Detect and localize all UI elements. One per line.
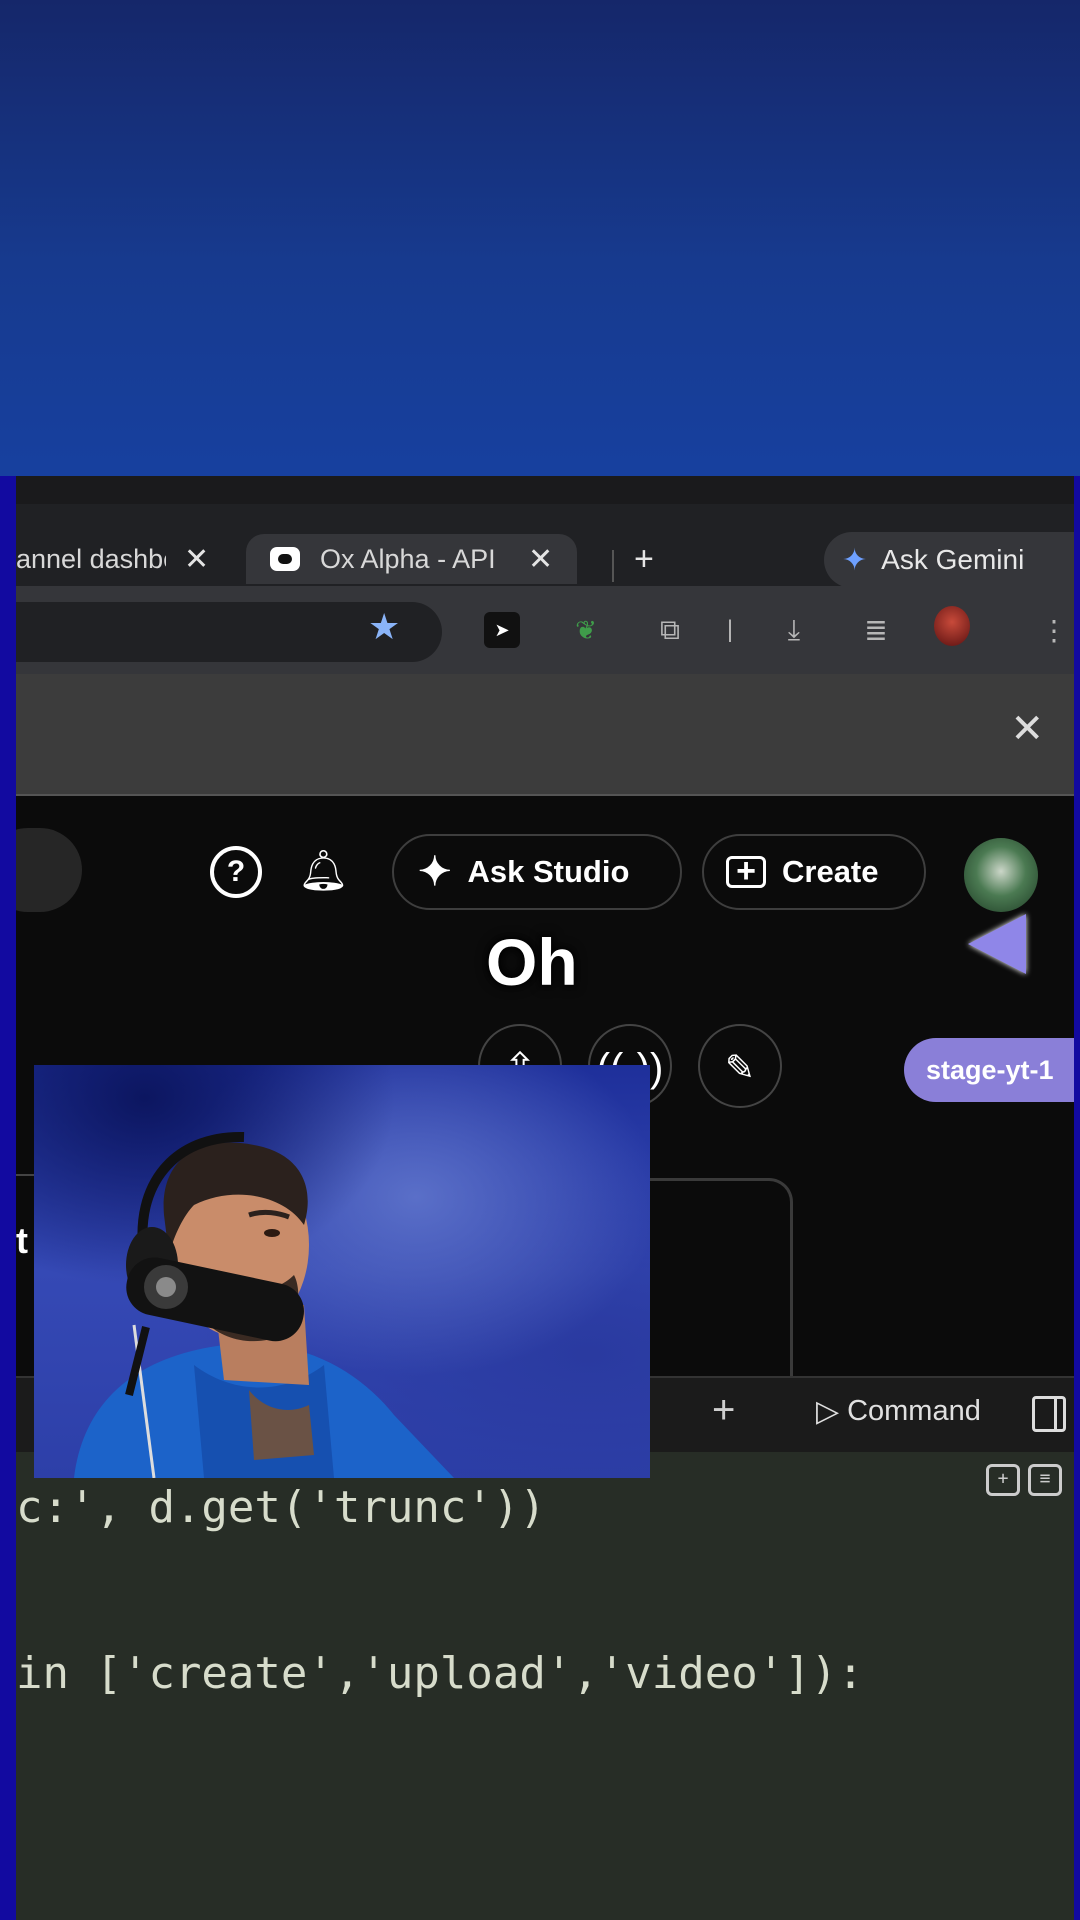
- extensions-puzzle-icon[interactable]: ⧉: [652, 612, 688, 648]
- caption-text: Oh: [486, 925, 578, 999]
- extension-cursor-icon[interactable]: ➤: [484, 612, 520, 648]
- profile-avatar-small[interactable]: [934, 606, 970, 646]
- info-bar: ✕: [16, 674, 1074, 796]
- comment-icon[interactable]: +: [986, 1464, 1020, 1496]
- search-input[interactable]: [16, 828, 82, 912]
- cursor-pointer-icon: [968, 914, 1026, 974]
- extension-green-icon[interactable]: ❦: [568, 612, 604, 648]
- bookmark-star-icon[interactable]: ★: [368, 606, 400, 648]
- toolbar-divider: |: [726, 616, 734, 643]
- side-text: t: [16, 1220, 28, 1261]
- streamer-figure: [74, 1131, 454, 1478]
- browser-tab-strip: annel dashbo ✕ Ox Alpha - API ✕ + ✦ Ask …: [16, 476, 1074, 588]
- tab-close-icon[interactable]: ✕: [184, 542, 209, 577]
- create-label: Create: [782, 854, 879, 889]
- sparkle-icon: ✦: [418, 850, 452, 894]
- avatar[interactable]: [964, 838, 1038, 912]
- stage-badge[interactable]: stage-yt-1: [904, 1038, 1074, 1102]
- close-icon[interactable]: ✕: [1010, 706, 1044, 752]
- cell-menu-icon[interactable]: ≡: [1028, 1464, 1062, 1496]
- ask-gemini-label: Ask Gemini: [881, 544, 1025, 575]
- ask-gemini-button[interactable]: ✦ Ask Gemini: [824, 532, 1074, 588]
- edit-icon[interactable]: ✎: [698, 1024, 782, 1108]
- tab-favicon-icon: [270, 547, 300, 571]
- media-queue-icon[interactable]: ≣: [858, 612, 894, 648]
- tab-label: Ox Alpha - API: [320, 543, 496, 574]
- tab-divider: [612, 550, 614, 582]
- bell-icon[interactable]: 🔔︎: [298, 846, 349, 896]
- browser-menu-icon[interactable]: ⋮: [1036, 612, 1072, 648]
- new-tab-button[interactable]: +: [634, 534, 654, 584]
- content-divider: [16, 1174, 36, 1176]
- tab-label: annel dashbo: [16, 543, 166, 574]
- download-icon[interactable]: ⤓: [776, 612, 812, 648]
- gemini-sparkle-icon: ✦: [842, 543, 868, 577]
- code-line: in ['create','upload','video']):: [16, 1648, 864, 1699]
- create-button[interactable]: + Create: [702, 834, 926, 910]
- play-icon: ▷: [816, 1395, 840, 1428]
- webcam-overlay: [34, 1065, 650, 1478]
- tab-channel-dashboard[interactable]: annel dashbo ✕: [16, 534, 209, 584]
- browser-toolbar: ★ ➤ ❦ ⧉ | ⤓ ≣ ⋮: [16, 586, 1074, 674]
- tab-ox-alpha-api[interactable]: Ox Alpha - API ✕: [246, 534, 578, 584]
- add-cell-button[interactable]: +: [712, 1388, 735, 1433]
- top-background: [0, 0, 1080, 476]
- help-icon[interactable]: ?: [210, 846, 262, 898]
- panel-toggle-icon[interactable]: [1032, 1396, 1066, 1432]
- ask-studio-button[interactable]: ✦ Ask Studio: [392, 834, 682, 910]
- code-editor[interactable]: + ≡ c:', d.get('trunc')) in ['create','u…: [16, 1452, 1074, 1920]
- ask-studio-label: Ask Studio: [467, 854, 630, 889]
- code-line: c:', d.get('trunc')): [16, 1482, 546, 1533]
- command-label: Command: [847, 1395, 981, 1427]
- tab-close-icon[interactable]: ✕: [528, 542, 553, 577]
- video-plus-icon: +: [726, 854, 766, 888]
- command-button[interactable]: ▷ Command: [816, 1394, 981, 1429]
